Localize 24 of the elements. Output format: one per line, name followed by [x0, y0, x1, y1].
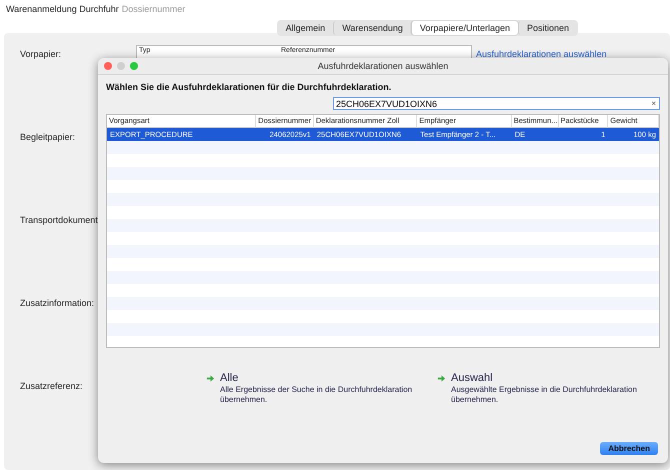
zoom-icon[interactable]: [130, 62, 138, 70]
section-label: Zusatzinformation:: [20, 298, 96, 308]
tab[interactable]: Allgemein: [278, 21, 334, 35]
section-label: Zusatzreferenz:: [20, 381, 84, 391]
tab[interactable]: Positionen: [518, 21, 577, 35]
dialog-title: Ausfuhrdeklarationen auswählen: [316, 61, 450, 71]
section-label: Transportdokument:: [20, 215, 102, 225]
page-title: Warenanmeldung Durchfuhr: [6, 4, 119, 14]
action-title[interactable]: Alle: [220, 372, 437, 384]
clear-button[interactable]: ×: [651, 99, 659, 108]
close-icon[interactable]: [104, 62, 112, 70]
dossier-number-field[interactable]: Dossiernummer: [122, 4, 212, 14]
tab[interactable]: Vorpapiere/Unterlagen: [410, 21, 518, 35]
arrow-icon: [437, 374, 446, 383]
minimize-icon[interactable]: [117, 62, 125, 70]
section-label: Vorpapier:: [20, 49, 62, 59]
cancel-button[interactable]: Abbrechen: [600, 442, 658, 455]
action-description: Alle Ergebnisse der Suche in die Durchfuhrdeklaration übernehmen.: [220, 385, 414, 405]
instruction-text: Wählen Sie die Ausfuhrdeklarationen für die Durchfuhrdeklaration.: [105, 81, 392, 94]
search-field[interactable]: 25CH06EX7VUD1OIXN6 ×: [333, 97, 660, 110]
action-title[interactable]: Auswahl: [451, 372, 668, 384]
select-declarations-link[interactable]: Ausfuhrdeklarationen auswählen: [476, 49, 607, 59]
action-description: Ausgewählte Ergebnisse in die Durchfuhrdeklaration übernehmen.: [451, 385, 638, 405]
arrow-icon: [206, 374, 215, 383]
